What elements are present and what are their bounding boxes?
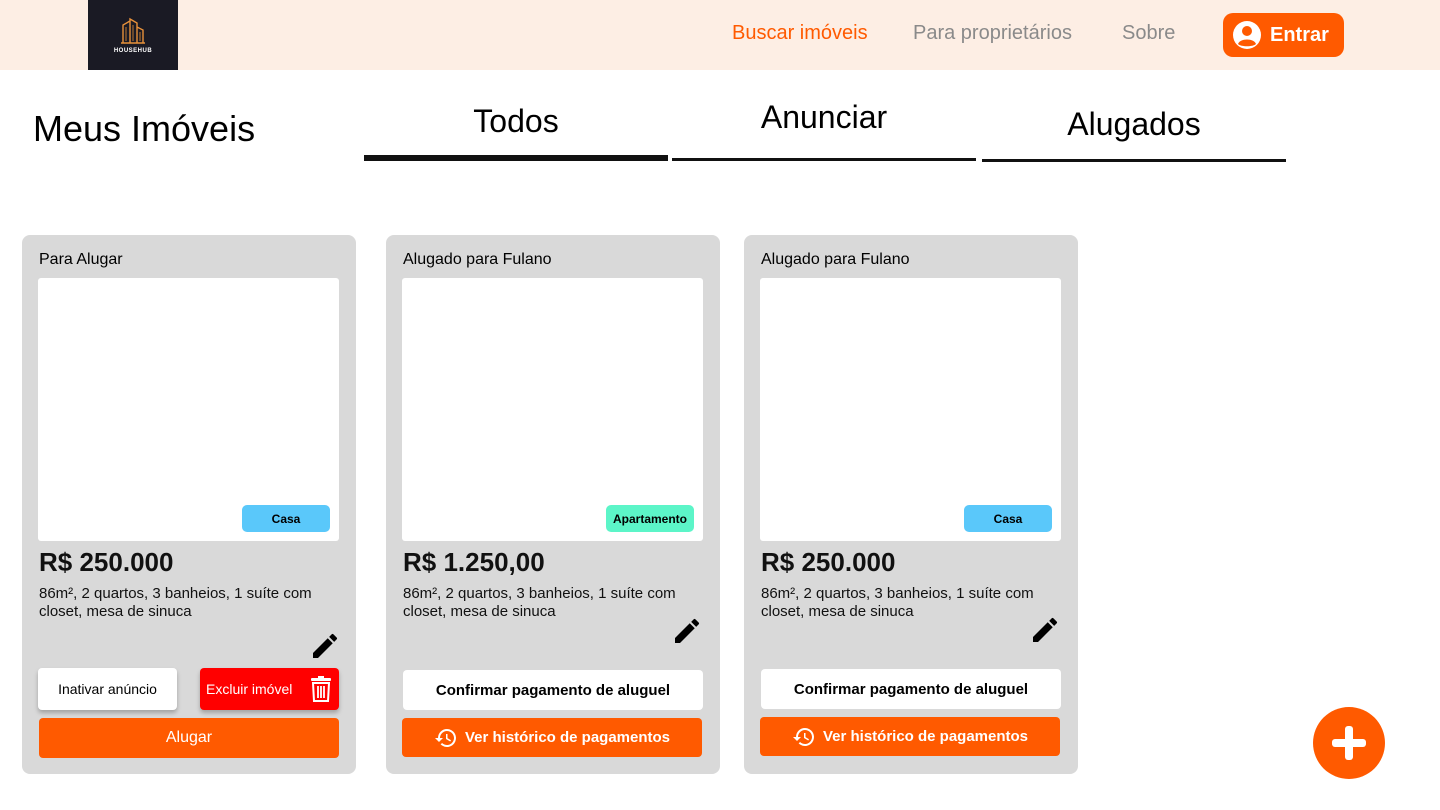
history-icon (434, 728, 456, 747)
logo-text: HOUSEHUB (113, 47, 153, 54)
nav-sobre[interactable]: Sobre (1122, 22, 1175, 45)
history-label: Ver histórico de pagamentos (464, 729, 671, 746)
building-logo-icon (121, 17, 145, 44)
delete-label: Excluir imóvel (206, 681, 293, 697)
tab-alugados-underline (982, 159, 1286, 162)
rent-button[interactable]: Alugar (39, 718, 339, 758)
property-card[interactable]: Para Alugar Casa R$ 250.000 86m², 2 quar… (22, 235, 356, 774)
delete-property-button[interactable]: Excluir imóvel (200, 668, 339, 710)
nav-para-proprietarios[interactable]: Para proprietários (913, 22, 1072, 45)
tab-anunciar-underline (672, 158, 976, 161)
inactivate-listing-button[interactable]: Inativar anúncio (38, 668, 177, 710)
payment-history-button[interactable]: Ver histórico de pagamentos (760, 717, 1060, 756)
type-badge: Casa (964, 505, 1052, 532)
property-description: 86m², 2 quartos, 3 banheios, 1 suíte com… (761, 585, 1034, 620)
card-status: Alugado para Fulano (403, 251, 552, 268)
tab-todos[interactable]: Todos (364, 103, 668, 140)
property-price: R$ 250.000 (761, 547, 896, 577)
property-card[interactable]: Alugado para Fulano Casa R$ 250.000 86m²… (744, 235, 1078, 774)
user-circle-icon (1233, 21, 1261, 49)
tab-alugados[interactable]: Alugados (982, 106, 1286, 143)
add-property-button[interactable] (1313, 707, 1385, 779)
property-card[interactable]: Alugado para Fulano Apartamento R$ 1.250… (386, 235, 720, 774)
type-badge: Apartamento (606, 505, 694, 532)
history-label: Ver histórico de pagamentos (822, 728, 1029, 745)
plus-icon (1332, 726, 1366, 760)
property-description: 86m², 2 quartos, 3 banheios, 1 suíte com… (403, 585, 676, 620)
type-badge: Casa (242, 505, 330, 532)
pencil-icon[interactable] (309, 630, 341, 662)
login-label: Entrar (1270, 23, 1329, 46)
login-button[interactable]: Entrar (1223, 13, 1344, 57)
confirm-rent-payment-button[interactable]: Confirmar pagamento de aluguel (761, 669, 1061, 709)
top-navbar: HOUSEHUB Buscar imóveis Para proprietári… (0, 0, 1440, 70)
property-description: 86m², 2 quartos, 3 banheios, 1 suíte com… (39, 585, 312, 620)
tab-todos-underline (364, 155, 668, 161)
nav-buscar-imoveis[interactable]: Buscar imóveis (732, 22, 868, 45)
property-image[interactable]: Apartamento (402, 278, 703, 541)
tab-anunciar[interactable]: Anunciar (672, 99, 976, 136)
property-price: R$ 250.000 (39, 547, 174, 577)
confirm-rent-payment-button[interactable]: Confirmar pagamento de aluguel (403, 670, 703, 710)
card-status: Alugado para Fulano (761, 251, 910, 268)
card-status: Para Alugar (39, 251, 123, 268)
payment-history-button[interactable]: Ver histórico de pagamentos (402, 718, 702, 757)
househub-logo[interactable]: HOUSEHUB (88, 0, 178, 70)
page-title: Meus Imóveis (33, 108, 256, 149)
pencil-icon[interactable] (671, 615, 703, 647)
property-image[interactable]: Casa (760, 278, 1061, 541)
property-image[interactable]: Casa (38, 278, 339, 541)
trash-icon (311, 676, 331, 702)
history-icon (792, 727, 814, 746)
property-price: R$ 1.250,00 (403, 547, 545, 577)
pencil-icon[interactable] (1029, 614, 1061, 646)
